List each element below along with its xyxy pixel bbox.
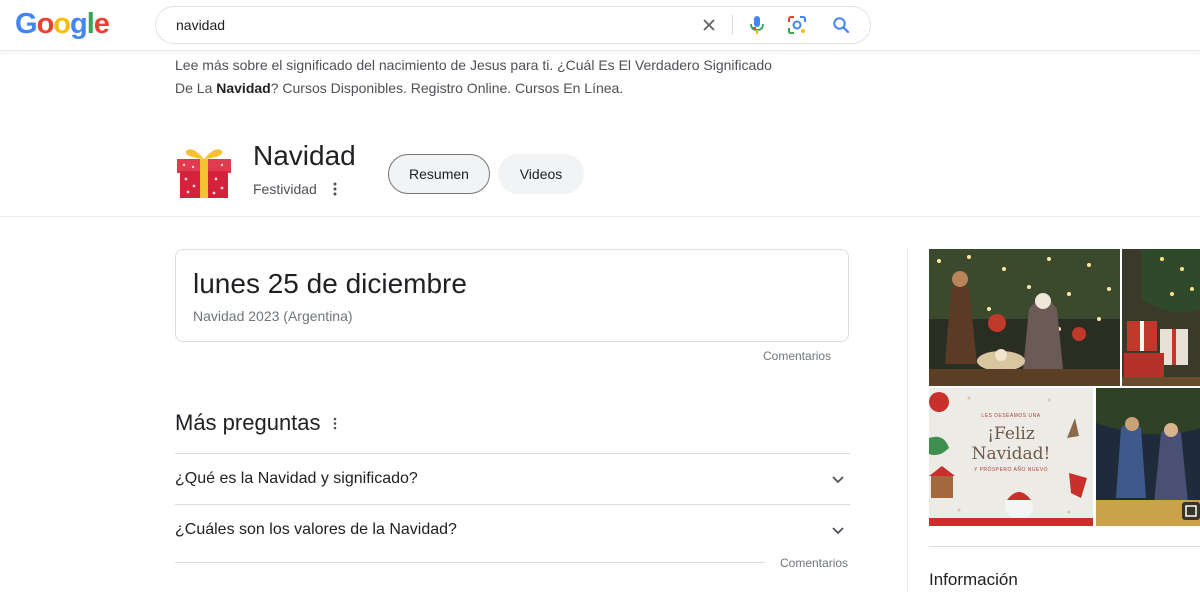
result-snippet: Lee más sobre el significado del nacimie… xyxy=(175,54,815,100)
logo-letter: o xyxy=(53,8,71,40)
chevron-down-icon xyxy=(830,472,846,488)
logo-letter: g xyxy=(70,8,88,40)
tab-videos[interactable]: Videos xyxy=(498,154,584,194)
card-greeting: ¡Feliz Navidad! xyxy=(971,424,1051,464)
more-questions-title: Más preguntas xyxy=(175,410,321,435)
feedback-link[interactable]: Comentarios xyxy=(780,556,848,570)
date-answer: lunes 25 de diciembre xyxy=(193,268,467,299)
divider xyxy=(175,562,765,563)
more-options-icon[interactable] xyxy=(330,180,340,198)
info-heading: Información xyxy=(929,570,1018,589)
card-top-text: LES DESEAMOS UNA xyxy=(981,413,1041,419)
snippet-line-1: Lee más sobre el significado del nacimie… xyxy=(175,57,772,73)
panel-divider xyxy=(907,249,908,592)
search-input[interactable] xyxy=(176,15,656,35)
lens-icon[interactable] xyxy=(785,13,809,37)
logo-letter: l xyxy=(86,8,95,40)
christmas-card-image[interactable]: LES DESEAMOS UNA ¡Feliz Navidad! Y PRÓSP… xyxy=(929,388,1093,526)
more-options-icon[interactable] xyxy=(331,414,339,432)
chevron-down-icon xyxy=(830,523,846,539)
search-box[interactable] xyxy=(155,6,871,44)
nativity-image[interactable] xyxy=(929,249,1120,386)
feedback-link[interactable]: Comentarios xyxy=(763,349,831,363)
question-text: ¿Qué es la Navidad y significado? xyxy=(175,470,418,487)
date-detail: Navidad 2023 (Argentina) xyxy=(193,308,353,324)
search-icon[interactable] xyxy=(829,13,853,37)
snippet-pre: De La xyxy=(175,80,217,96)
divider xyxy=(929,546,1200,547)
clear-icon[interactable] xyxy=(697,13,721,37)
logo-letter: G xyxy=(15,8,38,40)
outdoor-nativity-image[interactable] xyxy=(1096,388,1200,526)
entity-subtitle: Festividad xyxy=(253,181,317,197)
question-row[interactable]: ¿Cuáles son los valores de la Navidad? xyxy=(175,505,850,555)
snippet-post: ? Cursos Disponibles. Registro Online. C… xyxy=(270,80,624,96)
snippet-line-2: De La Navidad? Cursos Disponibles. Regis… xyxy=(175,77,815,100)
divider xyxy=(0,216,1200,217)
snippet-bold: Navidad xyxy=(216,80,271,96)
search-divider xyxy=(732,15,733,35)
date-answer-card: lunes 25 de diciembre Navidad 2023 (Arge… xyxy=(175,249,849,342)
question-text: ¿Cuáles son los valores de la Navidad? xyxy=(175,521,457,538)
gift-icon xyxy=(174,141,234,199)
entity-title: Navidad xyxy=(253,140,356,171)
gifts-image[interactable] xyxy=(1122,249,1200,386)
microphone-icon[interactable] xyxy=(745,13,769,37)
question-row[interactable]: ¿Qué es la Navidad y significado? xyxy=(175,454,850,504)
logo-letter: o xyxy=(36,8,55,40)
card-bottom-text: Y PRÓSPERO AÑO NUEVO xyxy=(973,467,1049,473)
logo-letter: e xyxy=(93,8,110,40)
header-bar: Google xyxy=(0,0,1200,51)
tab-resumen[interactable]: Resumen xyxy=(388,154,490,194)
google-logo[interactable]: Google xyxy=(15,8,110,41)
